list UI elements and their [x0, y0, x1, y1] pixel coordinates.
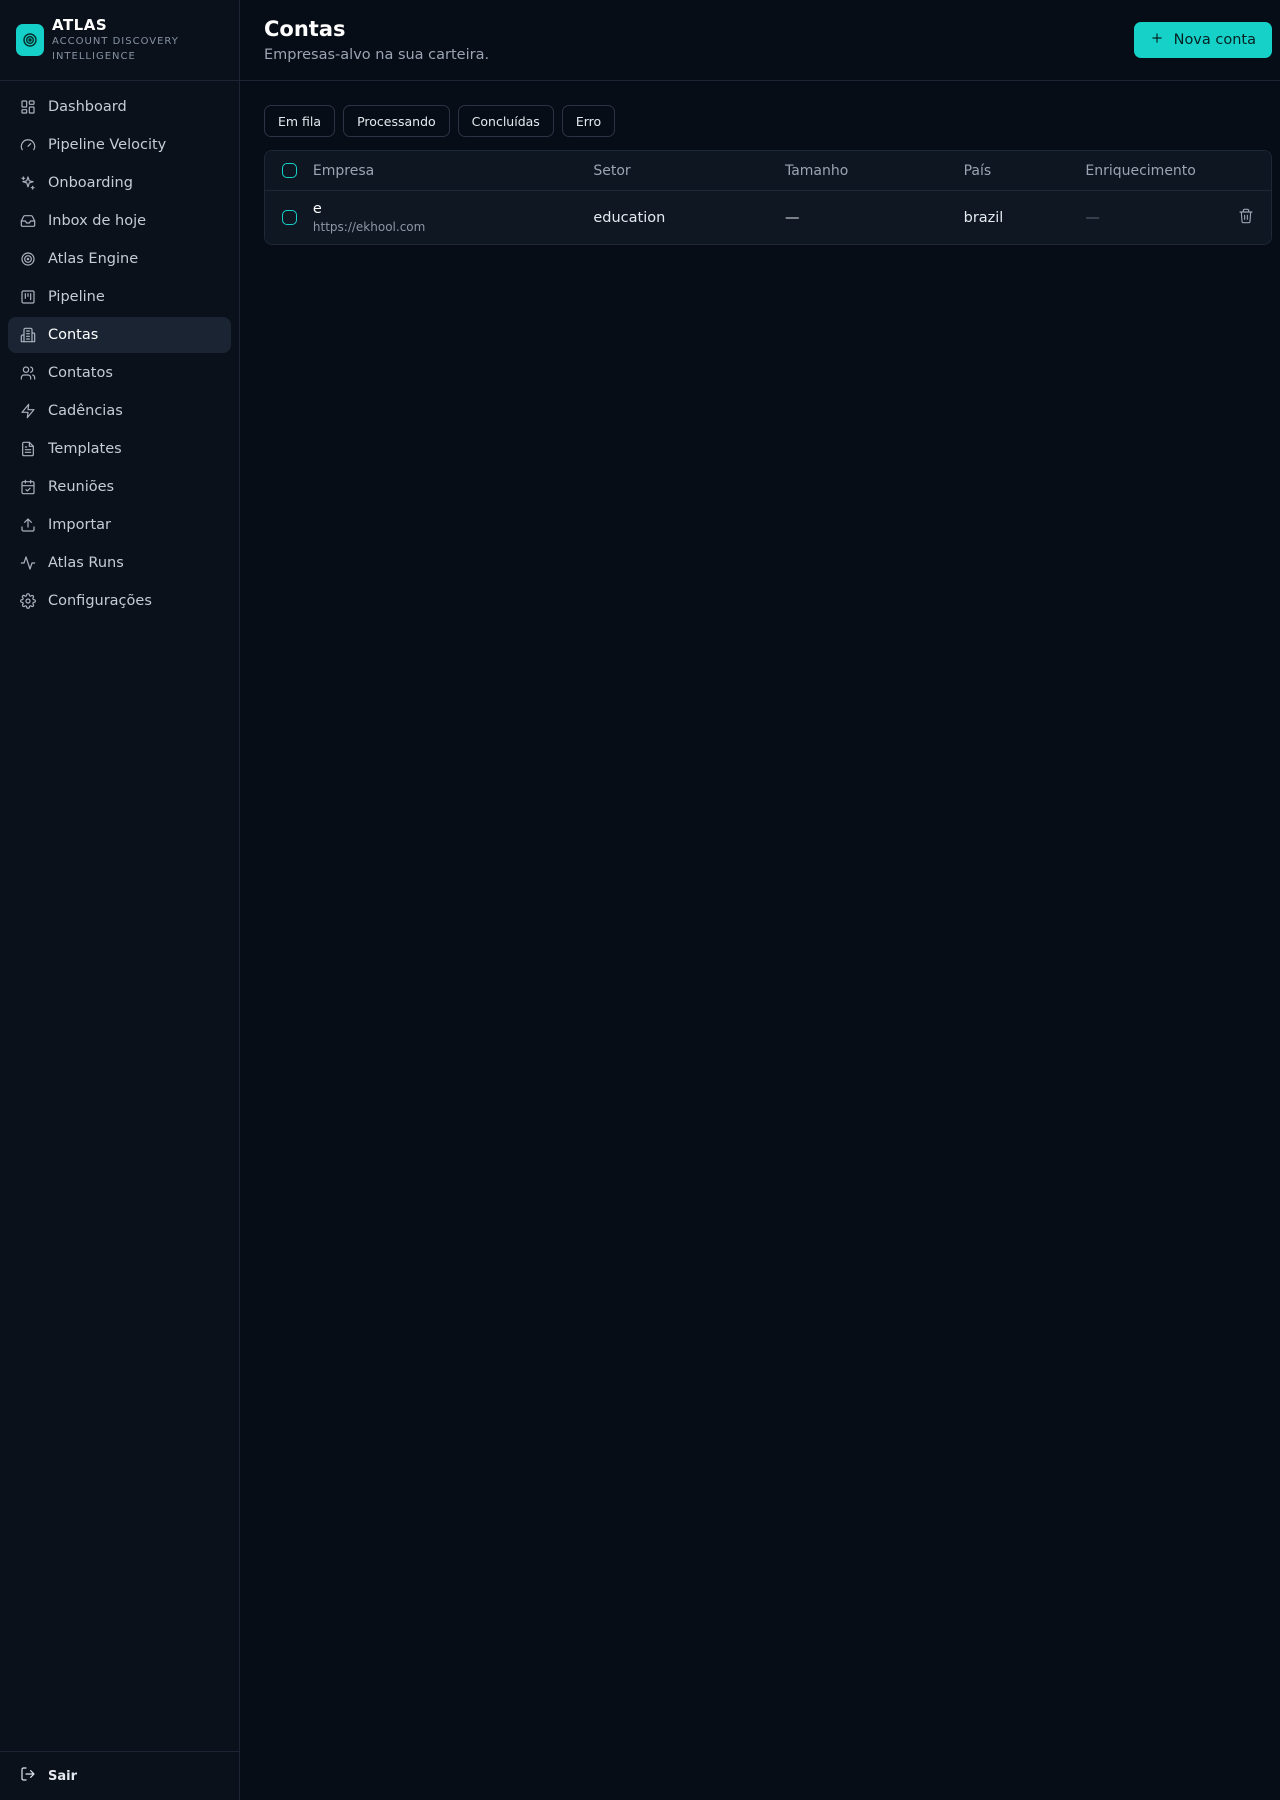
plus-icon [1150, 31, 1164, 49]
page-header: Contas Empresas-alvo na sua carteira. No… [240, 0, 1280, 81]
brand: ATLAS ACCOUNT DISCOVERY INTELLIGENCE [0, 0, 239, 81]
users-icon [20, 365, 36, 381]
accounts-table: Empresa Setor Tamanho País Enriqueciment… [264, 150, 1272, 245]
building-icon [20, 327, 36, 343]
sidebar-item-importar[interactable]: Importar [8, 507, 231, 543]
activity-icon [20, 555, 36, 571]
sidebar-item-reunioes[interactable]: Reuniões [8, 469, 231, 505]
company-url: https://ekhool.com [312, 220, 426, 234]
sidebar-item-pipeline-velocity[interactable]: Pipeline Velocity [8, 127, 231, 163]
target-icon [20, 251, 36, 267]
kanban-icon [20, 289, 36, 305]
sidebar-item-configuracoes[interactable]: Configurações [8, 583, 231, 619]
inbox-icon [20, 213, 36, 229]
column-header-enriquecimento[interactable]: Enriquecimento [1085, 163, 1221, 179]
sidebar-item-label: Atlas Engine [48, 251, 139, 267]
filter-processando[interactable]: Processando [343, 105, 450, 137]
upload-icon [20, 517, 36, 533]
app-root: ATLAS ACCOUNT DISCOVERY INTELLIGENCE Das… [0, 0, 1280, 1800]
sidebar-item-contatos[interactable]: Contatos [8, 355, 231, 391]
company-enrichment: — [1085, 209, 1100, 226]
sidebar-nav: Dashboard Pipeline Velocity Onboarding I… [0, 81, 239, 1751]
sidebar-item-label: Templates [48, 441, 122, 457]
column-header-setor[interactable]: Setor [593, 163, 785, 179]
sidebar-item-atlas-engine[interactable]: Atlas Engine [8, 241, 231, 277]
sidebar-item-onboarding[interactable]: Onboarding [8, 165, 231, 201]
sidebar-item-pipeline[interactable]: Pipeline [8, 279, 231, 315]
sidebar-item-label: Pipeline [48, 289, 105, 305]
table-header: Empresa Setor Tamanho País Enriqueciment… [265, 151, 1271, 191]
sidebar-item-inbox[interactable]: Inbox de hoje [8, 203, 231, 239]
sidebar-item-label: Cadências [48, 403, 123, 419]
sidebar-item-cadencias[interactable]: Cadências [8, 393, 231, 429]
sidebar-item-label: Configurações [48, 593, 152, 609]
table-row[interactable]: e https://ekhool.com education — brazil … [265, 191, 1271, 244]
status-filters: Em fila Processando Concluídas Erro [264, 105, 1272, 137]
sidebar-item-label: Contas [48, 327, 99, 343]
brand-subtitle: ACCOUNT DISCOVERY INTELLIGENCE [52, 36, 179, 62]
sidebar-item-label: Inbox de hoje [48, 213, 147, 229]
page-subtitle: Empresas-alvo na sua carteira. [264, 47, 490, 63]
sidebar-footer: Sair [0, 1751, 239, 1800]
filter-concluidas[interactable]: Concluídas [457, 105, 554, 137]
page-title: Contas [264, 17, 346, 41]
brand-title: ATLAS [52, 16, 108, 34]
sidebar-item-atlas-runs[interactable]: Atlas Runs [8, 545, 231, 581]
sidebar-item-label: Onboarding [48, 175, 133, 191]
company-country: brazil [963, 209, 1004, 226]
target-logo-icon [16, 24, 44, 56]
company-sector: education [593, 209, 666, 226]
logout-label: Sair [48, 1768, 78, 1784]
sidebar-item-label: Pipeline Velocity [48, 137, 167, 153]
logout-button[interactable]: Sair [20, 1766, 77, 1786]
sidebar-item-dashboard[interactable]: Dashboard [8, 89, 231, 125]
sidebar-item-label: Importar [48, 517, 111, 533]
delete-row-trash-icon[interactable] [1238, 208, 1254, 228]
sidebar-item-contas[interactable]: Contas [8, 317, 231, 353]
gauge-icon [20, 137, 36, 153]
grid-icon [20, 99, 36, 115]
company-size: — [784, 209, 800, 226]
zap-icon [20, 403, 36, 419]
column-header-tamanho[interactable]: Tamanho [785, 163, 964, 179]
gear-icon [20, 593, 36, 609]
content-area: Em fila Processando Concluídas Erro Empr… [240, 81, 1280, 245]
main-content: Contas Empresas-alvo na sua carteira. No… [240, 0, 1280, 1800]
file-text-icon [20, 441, 36, 457]
sidebar-item-label: Contatos [48, 365, 113, 381]
sidebar-item-templates[interactable]: Templates [8, 431, 231, 467]
sidebar-item-label: Reuniões [48, 479, 115, 495]
new-account-button[interactable]: Nova conta [1133, 22, 1272, 58]
column-header-pais[interactable]: País [964, 163, 1086, 179]
filter-em-fila[interactable]: Em fila [264, 105, 336, 137]
sidebar-item-label: Dashboard [48, 99, 127, 115]
calendar-check-icon [20, 479, 36, 495]
new-account-label: Nova conta [1173, 32, 1256, 48]
filter-erro[interactable]: Erro [561, 105, 616, 137]
sparkles-icon [20, 175, 36, 191]
select-all-checkbox[interactable] [282, 163, 298, 178]
logout-icon [20, 1766, 36, 1786]
sidebar-item-label: Atlas Runs [48, 555, 124, 571]
company-name[interactable]: e [313, 201, 322, 217]
column-header-empresa[interactable]: Empresa [313, 163, 593, 179]
sidebar: ATLAS ACCOUNT DISCOVERY INTELLIGENCE Das… [0, 0, 240, 1800]
row-checkbox[interactable] [282, 210, 298, 225]
